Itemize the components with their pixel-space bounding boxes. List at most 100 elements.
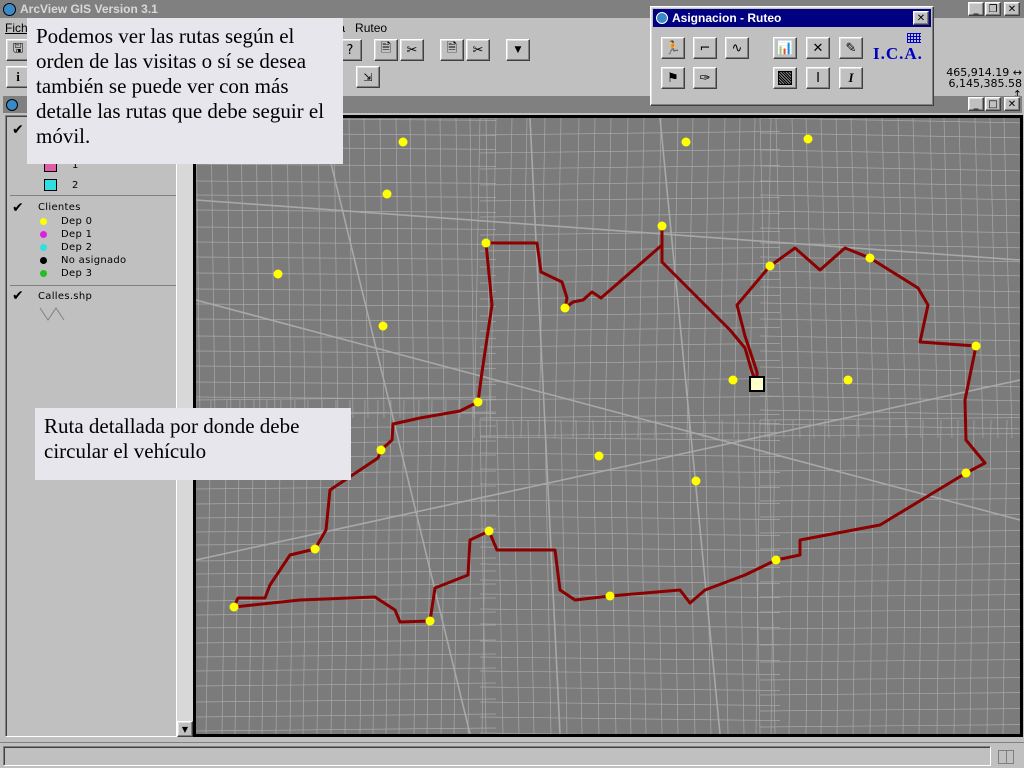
cut-doc-button[interactable]: ✂ <box>400 39 424 61</box>
tool-flag-button[interactable]: ⚑ <box>661 67 685 89</box>
client-point[interactable] <box>594 451 604 461</box>
calles-line-symbol <box>39 307 65 321</box>
document-icon: 🗎 <box>380 41 392 56</box>
clientes-legend-label: Dep 2 <box>61 242 93 253</box>
callout-top: Podemos ver las rutas según el orden de … <box>27 18 343 164</box>
legend-dot-icon <box>40 244 47 251</box>
restore-button[interactable]: ❐ <box>985 2 1001 16</box>
client-point[interactable] <box>843 375 853 385</box>
client-point[interactable] <box>765 261 775 271</box>
client-point[interactable] <box>691 476 701 486</box>
client-point[interactable] <box>728 375 738 385</box>
italic-icon: I <box>848 70 854 85</box>
legend-dot-icon <box>40 257 47 264</box>
pencil-icon: ✎ <box>845 40 857 56</box>
cursor-button[interactable]: I <box>806 67 830 89</box>
client-point[interactable] <box>310 544 320 554</box>
callout-bottom: Ruta detallada por donde debe circular e… <box>35 408 351 480</box>
help-icon: ? <box>346 42 354 58</box>
chart-button[interactable]: 📊 <box>773 37 797 59</box>
curve-route-icon: ∿ <box>731 40 743 56</box>
legend-dot-icon <box>40 218 47 225</box>
clientes-visible-checkbox[interactable]: ✔ <box>12 200 24 216</box>
client-point[interactable] <box>376 445 386 455</box>
view-window-controls: _ □ ✕ <box>968 97 1020 111</box>
scroll-down-button[interactable]: ▼ <box>177 721 193 737</box>
client-point[interactable] <box>473 397 483 407</box>
calles-visible-checkbox[interactable]: ✔ <box>12 288 24 304</box>
legend-dot-icon <box>40 231 47 238</box>
app-title: ArcView GIS Version 3.1 <box>20 2 158 16</box>
dialog-globe-icon <box>656 12 668 24</box>
client-point[interactable] <box>681 137 691 147</box>
coord-y: 6,145,385.58 <box>948 77 1022 90</box>
client-point[interactable] <box>771 555 781 565</box>
depot-marker[interactable] <box>749 376 765 392</box>
assign-route-button[interactable]: ∿ <box>725 37 749 59</box>
edit-doc-button[interactable]: 🗎 <box>374 39 398 61</box>
chevron-down-icon: ▼ <box>514 45 522 55</box>
client-point[interactable] <box>961 468 971 478</box>
client-point[interactable] <box>229 602 239 612</box>
view-maximize-button[interactable]: □ <box>985 97 1001 111</box>
client-point[interactable] <box>398 137 408 147</box>
client-point[interactable] <box>481 238 491 248</box>
legend-swatch-2 <box>44 179 57 191</box>
layer-visible-checkbox[interactable]: ✔ <box>12 122 24 138</box>
tool-pin-button[interactable]: ✑ <box>693 67 717 89</box>
paste-doc-button[interactable]: 🗎 <box>440 39 464 61</box>
client-point[interactable] <box>425 616 435 626</box>
clear-button[interactable]: ✕ <box>806 37 830 59</box>
view-globe-icon <box>6 98 18 111</box>
client-point[interactable] <box>865 253 875 263</box>
app-window-controls: _ ❐ ✕ <box>968 2 1020 16</box>
client-point[interactable] <box>605 591 615 601</box>
pointer-tool[interactable]: ⇲ <box>356 66 380 88</box>
scissors-icon: ✂ <box>406 42 418 58</box>
clientes-legend-item: No asignado <box>40 254 126 267</box>
hatch-pattern-icon <box>778 71 792 85</box>
ruteo-dialog-title: Asignacion - Ruteo <box>672 11 782 25</box>
edit-route-button[interactable]: ✎ <box>839 37 863 59</box>
assign-runner-button[interactable]: 🏃 <box>661 37 685 59</box>
assign-stairs-button[interactable]: ⌐ <box>693 37 717 59</box>
close-button[interactable]: ✕ <box>1004 2 1020 16</box>
flag-icon: ⚑ <box>667 70 679 86</box>
layer-calles: ✔ Calles.shp <box>10 288 176 328</box>
clientes-legend-label: Dep 3 <box>61 268 93 279</box>
ica-logo-text: I.C.A. <box>873 44 923 63</box>
minimize-button[interactable]: _ <box>968 2 984 16</box>
clientes-title: Clientes <box>38 202 81 213</box>
clientes-legend-item: Dep 1 <box>40 228 92 241</box>
client-point[interactable] <box>484 526 494 536</box>
client-point[interactable] <box>803 134 813 144</box>
size-grip-icon[interactable] <box>998 750 1014 764</box>
client-point[interactable] <box>378 321 388 331</box>
ruteo-dialog-close-button[interactable]: ✕ <box>913 11 929 25</box>
delete-doc-button[interactable]: ✂ <box>466 39 490 61</box>
paste-icon: 🗎 <box>446 41 458 56</box>
clientes-legend-label: No asignado <box>61 255 127 266</box>
calles-title: Calles.shp <box>38 291 93 302</box>
client-point[interactable] <box>273 269 283 279</box>
layer-clientes: ✔ Clientes Dep 0 Dep 1 Dep 2 No asignado Dep… <box>10 200 176 286</box>
client-point[interactable] <box>657 221 667 231</box>
pattern-button[interactable] <box>773 67 797 89</box>
ica-logo: I.C.A. <box>873 33 925 63</box>
menu-ruteo[interactable]: Ruteo <box>350 20 392 36</box>
client-point[interactable] <box>382 189 392 199</box>
legend-dot-icon <box>40 270 47 277</box>
clientes-legend-item: Dep 3 <box>40 267 92 280</box>
bar-chart-icon: 📊 <box>776 40 794 56</box>
client-point[interactable] <box>971 341 981 351</box>
runner-icon: 🏃 <box>664 40 682 56</box>
pointer-icon: ⇲ <box>363 70 373 84</box>
clientes-legend-label: Dep 0 <box>61 216 93 227</box>
dropdown-button[interactable]: ▼ <box>506 39 530 61</box>
globe-icon <box>3 2 16 16</box>
italic-button[interactable]: I <box>839 67 863 89</box>
view-minimize-button[interactable]: _ <box>968 97 984 111</box>
status-text-area <box>3 746 991 766</box>
client-point[interactable] <box>560 303 570 313</box>
view-close-button[interactable]: ✕ <box>1004 97 1020 111</box>
